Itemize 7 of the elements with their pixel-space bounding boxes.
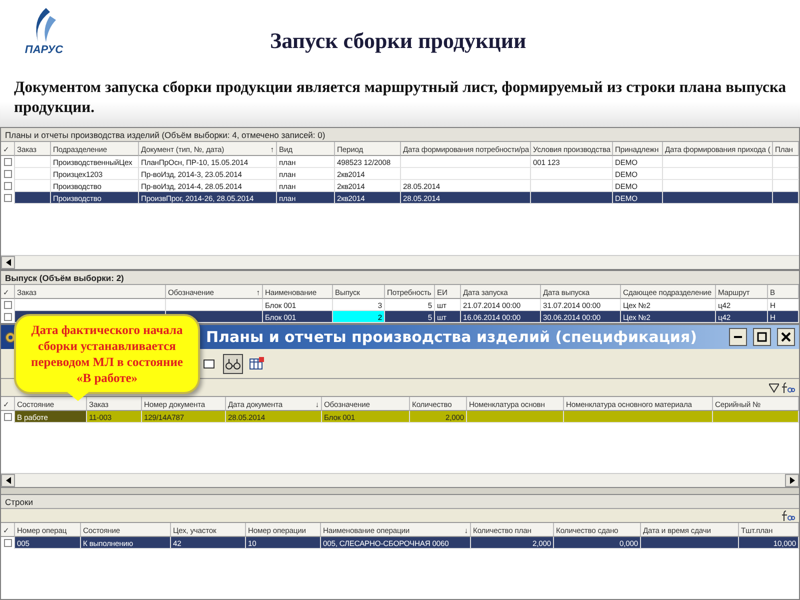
panel-caption: Строки [1,495,799,509]
panel-caption: Выпуск (Объём выборки: 2) [1,271,799,285]
logo-text: ПАРУС [24,44,64,56]
callout-text: Дата фактического начала сборки устанавливается переводом МЛ в состояние «В работе» [30,322,184,386]
panel-caption: Планы и отчеты производства изделий (Объём выборки: 4, отмечено записей: 0) [1,128,799,142]
slide-title: Запуск сборки продукции [270,28,526,54]
window-title: Планы и отчеты производства изделий (спецификация) [206,328,697,346]
